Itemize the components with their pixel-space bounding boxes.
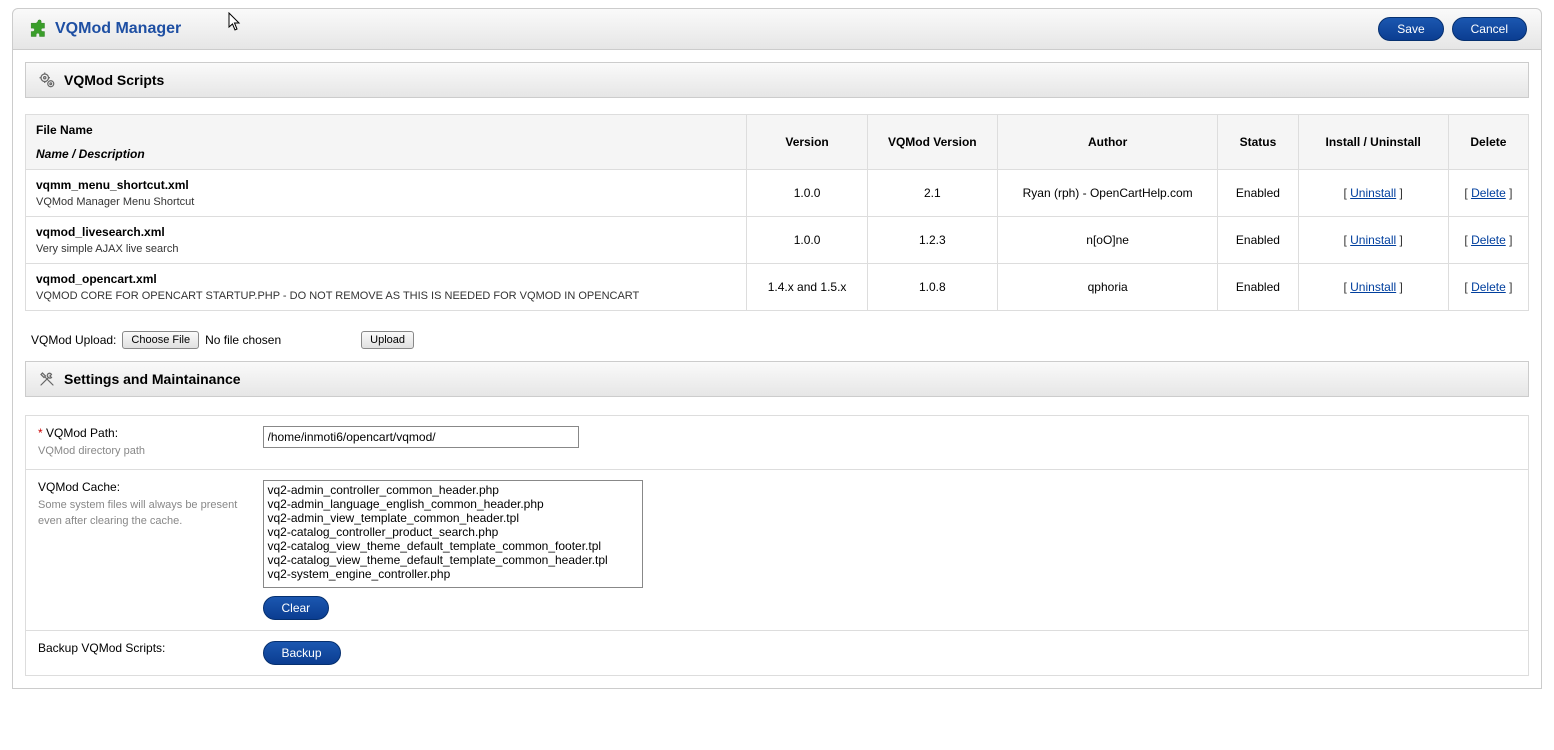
vqmod-path-input[interactable] [263,426,579,448]
section-heading-settings: Settings and Maintainance [25,361,1529,397]
cell-version: 1.0.0 [747,170,867,217]
cache-file-item[interactable]: vq2-catalog_view_theme_default_template_… [266,539,640,553]
table-row: vqmod_livesearch.xml Very simple AJAX liv… [26,217,1529,264]
delete-link[interactable]: Delete [1471,280,1506,294]
file-name: vqmod_opencart.xml [36,272,736,286]
delete-link[interactable]: Delete [1471,233,1506,247]
upload-label: VQMod Upload: [31,333,116,347]
backup-label: Backup VQMod Scripts: [38,641,239,655]
cell-version: 1.4.x and 1.5.x [747,264,867,311]
section-heading-scripts: VQMod Scripts [25,62,1529,98]
col-version: Version [747,115,867,170]
cell-status: Enabled [1218,264,1298,311]
cache-help: Some system files will always be present… [38,498,239,529]
col-delete: Delete [1448,115,1528,170]
cell-version: 1.0.0 [747,217,867,264]
cell-status: Enabled [1218,217,1298,264]
uninstall-link[interactable]: Uninstall [1350,280,1396,294]
cache-label: VQMod Cache: [38,480,239,494]
uninstall-link[interactable]: Uninstall [1350,233,1396,247]
cache-file-item[interactable]: vq2-system_engine_controller.php [266,567,640,581]
cell-status: Enabled [1218,170,1298,217]
backup-button[interactable]: Backup [263,641,341,665]
required-marker: * [38,426,43,440]
gear-icon [38,71,56,89]
no-file-text: No file chosen [205,333,281,347]
cell-author: n[oO]ne [997,217,1217,264]
cell-vqmver: 1.0.8 [867,264,997,311]
content-area: VQMod Scripts File Name Name / Descripti… [12,50,1542,689]
cell-vqmver: 2.1 [867,170,997,217]
row-backup: Backup VQMod Scripts: Backup [26,631,1529,676]
upload-button[interactable]: Upload [361,331,414,349]
col-file: File Name Name / Description [26,115,747,170]
cache-file-item[interactable]: vq2-catalog_view_theme_default_template_… [266,553,640,567]
cancel-button[interactable]: Cancel [1452,17,1527,41]
scripts-table: File Name Name / Description Version VQM… [25,114,1529,311]
settings-table: * VQMod Path: VQMod directory path VQMod… [25,415,1529,676]
file-name: vqmm_menu_shortcut.xml [36,178,736,192]
page-title: VQMod Manager [55,20,181,38]
cache-file-item[interactable]: vq2-admin_view_template_common_header.tp… [266,511,640,525]
page-header: VQMod Manager Save Cancel [12,8,1542,50]
section-title: Settings and Maintainance [64,371,241,387]
cell-author: Ryan (rph) - OpenCartHelp.com [997,170,1217,217]
uninstall-link[interactable]: Uninstall [1350,186,1396,200]
upload-row: VQMod Upload: Choose File No file chosen… [31,331,1529,349]
save-button[interactable]: Save [1378,17,1443,41]
path-label: VQMod Path: [46,426,118,440]
col-install: Install / Uninstall [1298,115,1448,170]
choose-file-button[interactable]: Choose File [122,331,199,349]
file-name: vqmod_livesearch.xml [36,225,736,239]
tools-icon [38,370,56,388]
file-desc: VQMOD CORE FOR OPENCART STARTUP.PHP - DO… [36,290,736,302]
clear-button[interactable]: Clear [263,596,330,620]
table-row: vqmm_menu_shortcut.xml VQMod Manager Menu… [26,170,1529,217]
section-title: VQMod Scripts [64,72,164,88]
delete-link[interactable]: Delete [1471,186,1506,200]
row-vqmod-path: * VQMod Path: VQMod directory path [26,416,1529,470]
row-vqmod-cache: VQMod Cache: Some system files will alwa… [26,470,1529,631]
path-help: VQMod directory path [38,444,239,459]
cache-file-item[interactable]: vq2-admin_language_english_common_header… [266,497,640,511]
cache-file-item[interactable]: vq2-admin_controller_common_header.php [266,483,640,497]
puzzle-icon [27,19,47,39]
col-status: Status [1218,115,1298,170]
cache-file-item[interactable]: vq2-catalog_controller_product_search.ph… [266,525,640,539]
col-vqmod-version: VQMod Version [867,115,997,170]
file-desc: VQMod Manager Menu Shortcut [36,196,736,208]
cell-author: qphoria [997,264,1217,311]
table-row: vqmod_opencart.xml VQMOD CORE FOR OPENCAR… [26,264,1529,311]
cell-vqmver: 1.2.3 [867,217,997,264]
cache-listbox[interactable]: vq2-admin_controller_common_header.phpvq… [263,480,643,588]
col-author: Author [997,115,1217,170]
file-desc: Very simple AJAX live search [36,243,736,255]
